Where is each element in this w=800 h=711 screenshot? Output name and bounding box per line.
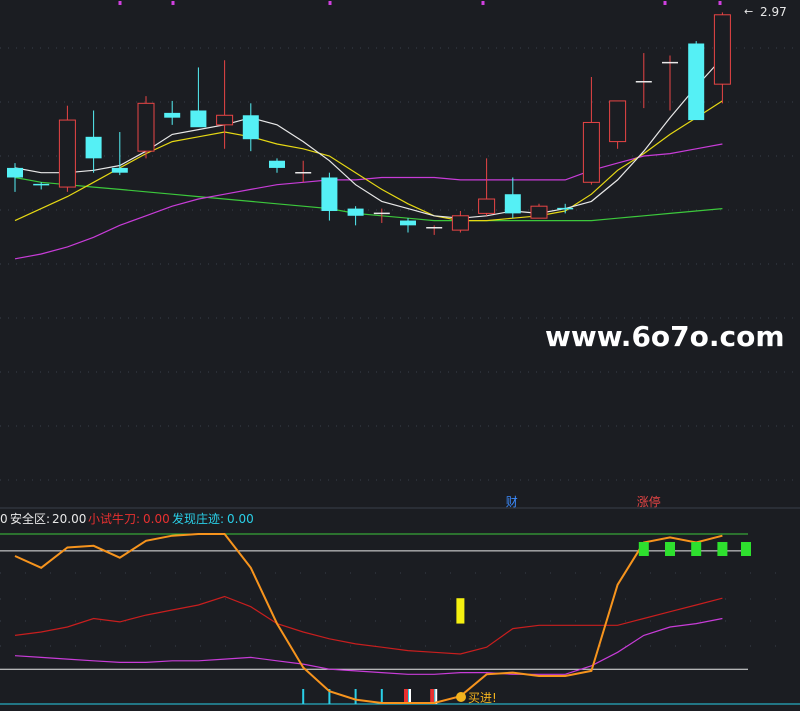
candle (7, 163, 23, 192)
candlesticks (7, 12, 731, 235)
candle-body (504, 194, 521, 214)
candle-body (7, 167, 23, 178)
price-labels: ← 2.97 (744, 5, 787, 19)
green-marker (638, 542, 649, 556)
chart-canvas: ← 2.97 www.6o7o.com 财 涨停 0 安全区: 20.00 小试牛… (0, 1, 800, 705)
candle (295, 160, 312, 183)
candle (242, 103, 259, 152)
candle-body (609, 100, 627, 143)
faxian-label: 发现庄迹: (172, 511, 224, 526)
candle-body (400, 220, 416, 226)
candle (111, 132, 128, 176)
top-marker (328, 1, 332, 5)
safe-label: 安全区: (10, 511, 50, 526)
safe-value: 20.00 (52, 512, 86, 526)
yellow-signal-bar (456, 598, 465, 624)
max-price-label: 2.97 (760, 5, 787, 19)
cyan-bar (354, 689, 357, 704)
candle (713, 12, 731, 104)
candle-body (688, 43, 705, 121)
green-marker (665, 542, 675, 556)
ma-magenta-line (14, 143, 723, 260)
white-bar (409, 689, 411, 704)
max-price-arrow: ← (744, 5, 753, 18)
candle-body (85, 136, 102, 159)
osc-orange-line (14, 533, 723, 704)
top-marker (718, 1, 722, 5)
green-marker (691, 542, 702, 556)
red-bar (430, 689, 435, 704)
indicator-header: 0 安全区: 20.00 小试牛刀: 0.00 发现庄迹: 0.00 (0, 511, 254, 526)
candle-body (216, 114, 234, 126)
top-marker (171, 1, 175, 5)
candle-body (451, 215, 469, 231)
candle-body (137, 102, 155, 152)
candle (216, 60, 234, 149)
candle-body (582, 121, 600, 183)
top-marker (118, 1, 122, 5)
buy-signal-icon (456, 692, 466, 702)
top-marker (663, 1, 667, 5)
candle-body (347, 208, 364, 216)
green-marker (717, 542, 728, 556)
event-tags: 财 涨停 (506, 494, 661, 509)
event-tag: 财 (506, 495, 518, 509)
candle (347, 206, 364, 226)
candle (609, 100, 627, 149)
cyan-bar (380, 689, 383, 704)
candle-body (190, 110, 207, 128)
candle-body (111, 167, 128, 173)
cyan-bar (302, 689, 305, 704)
candle (582, 76, 600, 185)
buy-signal-label: 买进! (468, 691, 497, 705)
moving-average-lines (14, 57, 723, 260)
candle (85, 110, 102, 173)
candle-body (242, 115, 259, 140)
candle (164, 100, 181, 125)
candle-body (58, 119, 76, 188)
candle (400, 218, 416, 233)
candle (426, 225, 443, 235)
xiaoshi-label: 小试牛刀: (88, 511, 140, 526)
buy-signal: 买进! (456, 691, 497, 705)
candle (688, 41, 705, 121)
green-marker (741, 542, 751, 556)
top-markers (118, 1, 722, 5)
xiaoshi-value: 0.00 (143, 512, 170, 526)
ma-green-line (14, 176, 723, 222)
red-bar (404, 689, 408, 704)
candle-body (269, 160, 285, 168)
header-prefix: 0 (0, 512, 8, 526)
candle (478, 158, 496, 216)
candle (635, 53, 652, 109)
candle (58, 105, 76, 192)
candle-body (530, 205, 548, 219)
candle (137, 96, 155, 159)
candle-body (478, 198, 496, 214)
candle (530, 203, 548, 219)
candle-body (713, 14, 731, 85)
candle (504, 177, 521, 219)
candle (451, 210, 469, 233)
candle-body (164, 112, 181, 118)
top-marker (481, 1, 485, 5)
candle (269, 158, 285, 173)
candle-body (321, 177, 338, 211)
event-tag: 涨停 (637, 494, 661, 509)
candle (190, 67, 207, 128)
indicator-panel (0, 533, 800, 705)
osc-red-line (14, 595, 723, 655)
watermark: www.6o7o.com (545, 320, 785, 353)
candle (321, 172, 338, 221)
faxian-value: 0.00 (227, 512, 254, 526)
osc-magenta-line (14, 617, 723, 675)
